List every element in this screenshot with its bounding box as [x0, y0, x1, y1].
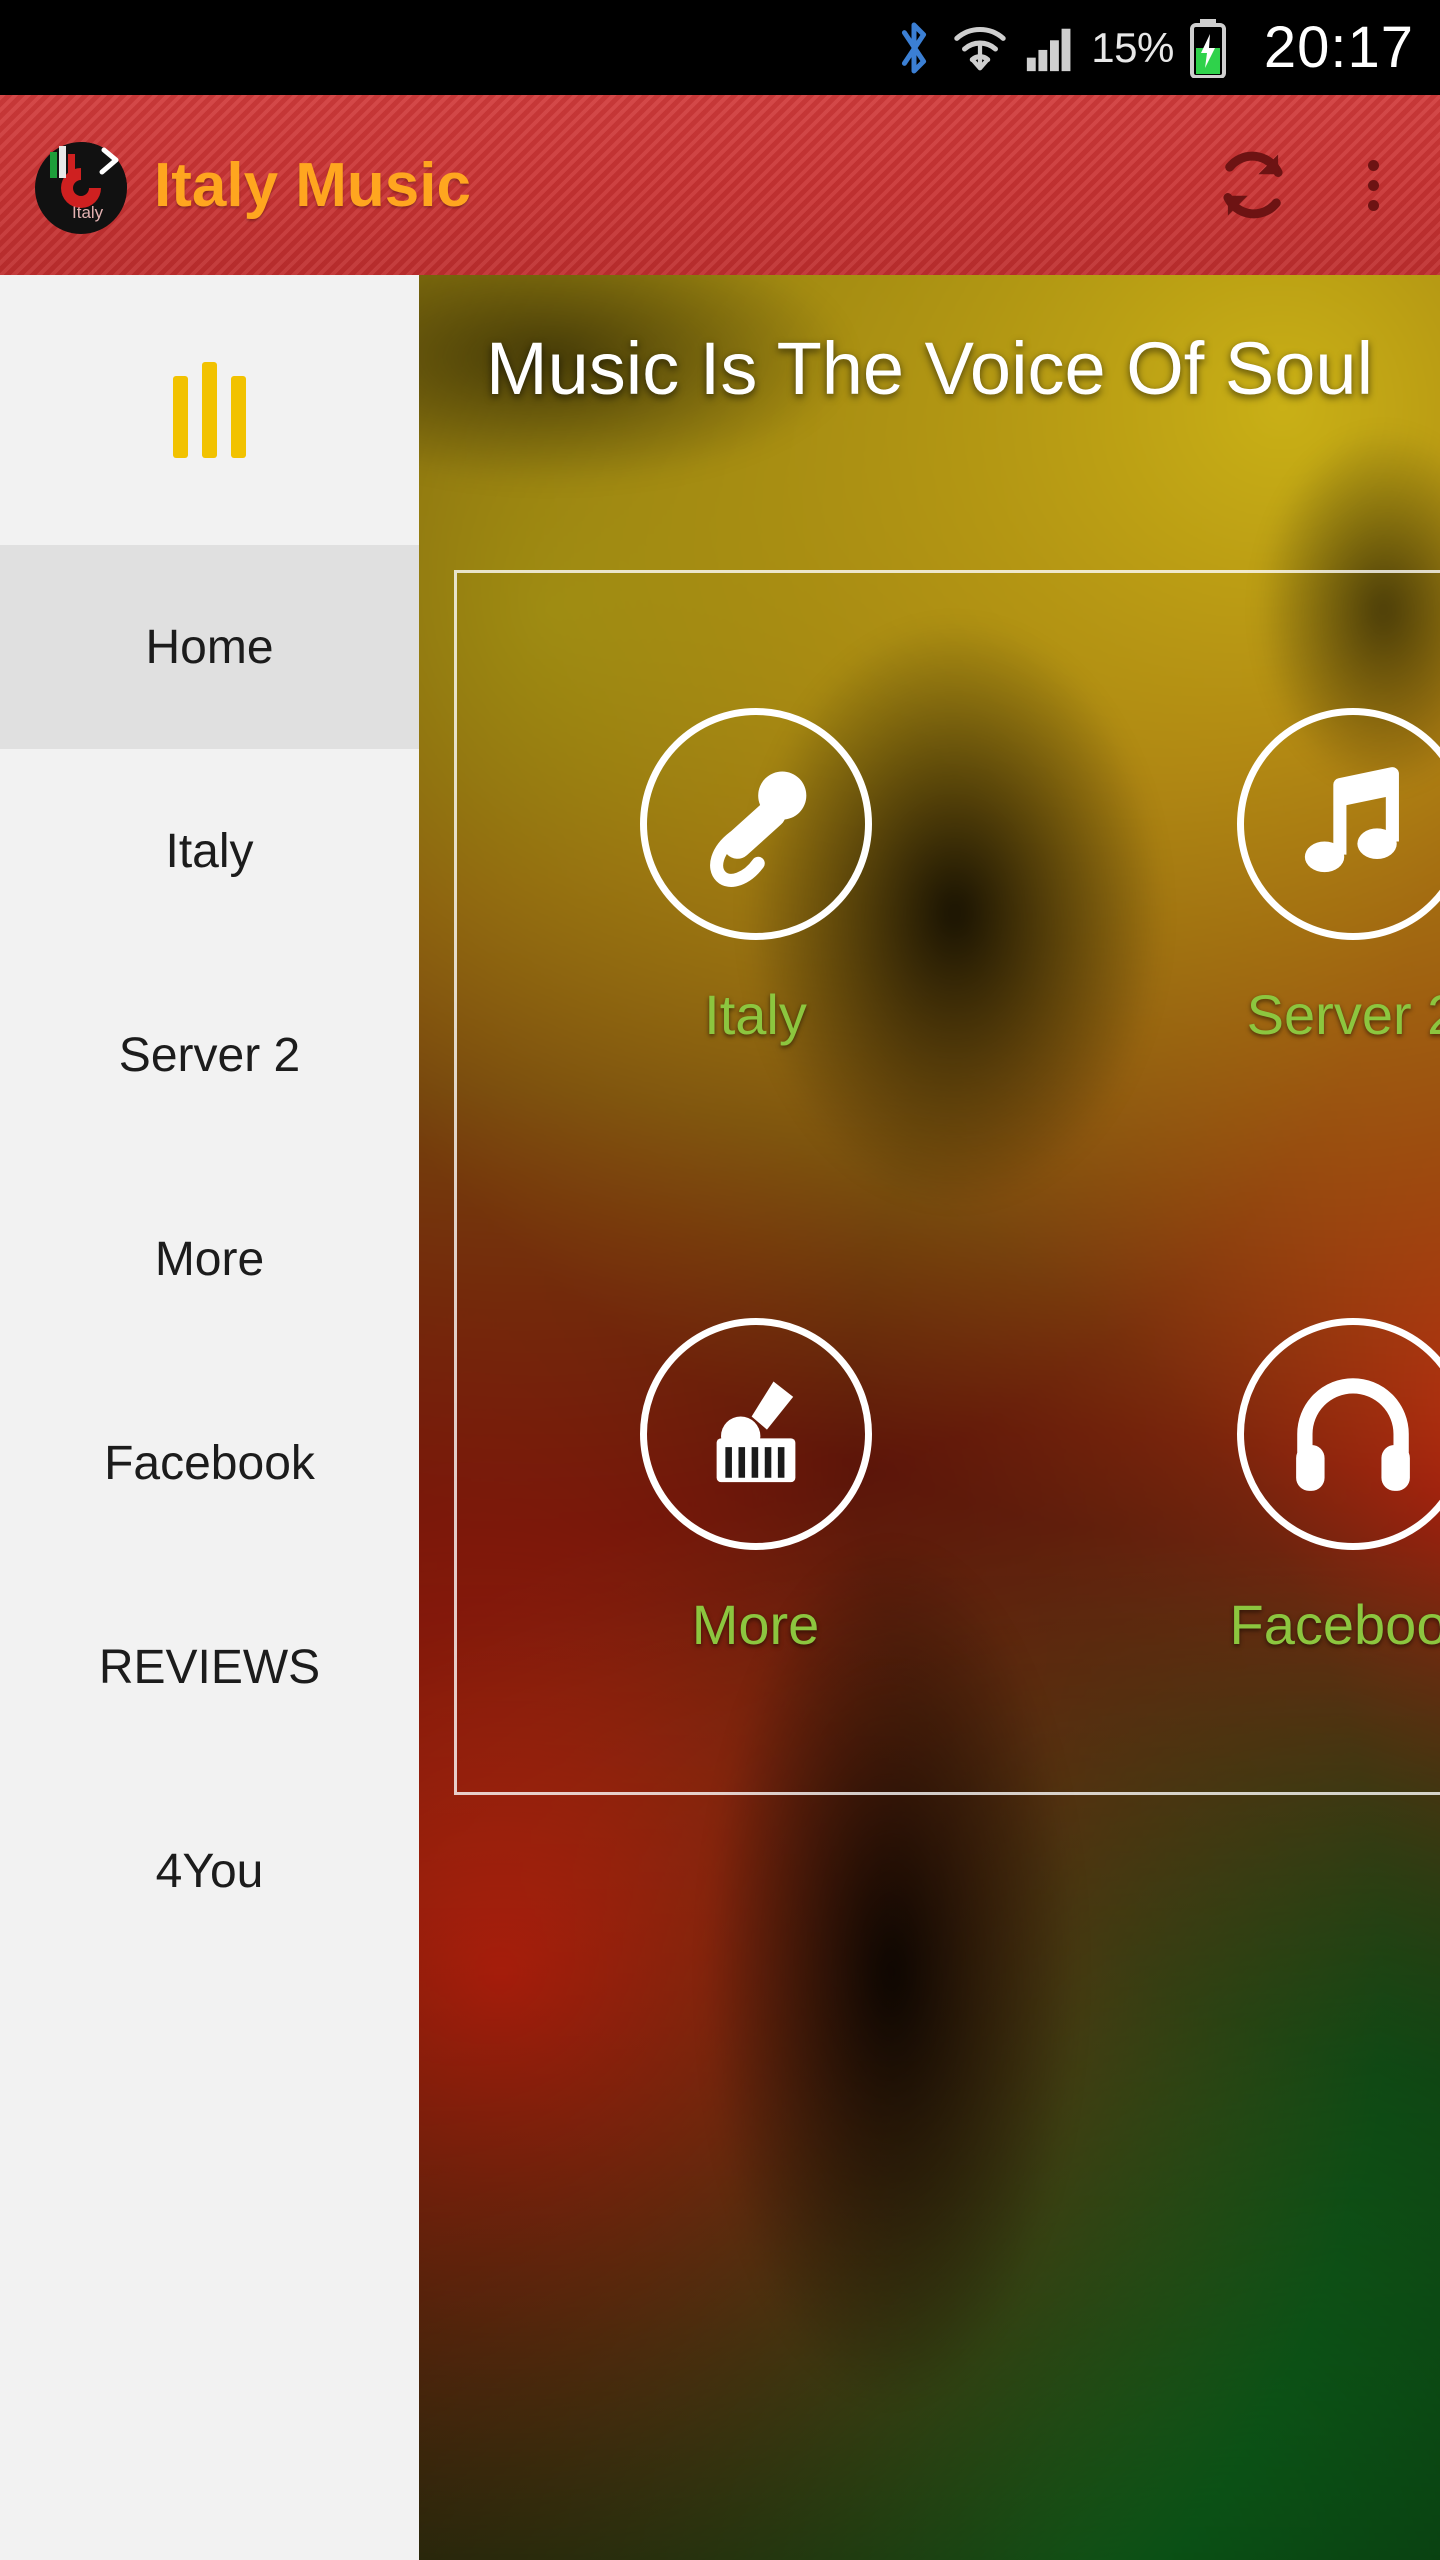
drawer-header — [0, 275, 419, 545]
keyboard-guitar-icon — [639, 1317, 872, 1550]
sidebar-item-label: More — [154, 1232, 265, 1286]
overflow-menu-icon[interactable] — [1318, 115, 1428, 255]
music-note-icon — [1236, 708, 1440, 941]
app-bar: Italy Italy Music — [0, 95, 1440, 275]
grid-item-italy[interactable]: Italy — [457, 573, 1054, 1183]
status-bar-clock: 20:17 — [1263, 15, 1414, 80]
sidebar-item-label: REVIEWS — [98, 1640, 321, 1694]
battery-charging-icon — [1188, 18, 1228, 78]
app-screen: 15% 20:17 Italy Italy Music Music Is The… — [0, 0, 1440, 2560]
refresh-icon[interactable] — [1188, 120, 1318, 250]
hero-title: Music Is The Voice Of Soul — [485, 327, 1374, 410]
app-logo-icon: Italy — [26, 126, 144, 244]
grid-item-label: Facebook — [1229, 1592, 1440, 1656]
sidebar-item-label: 4You — [155, 1844, 264, 1898]
equalizer-bars-icon — [173, 362, 246, 458]
grid-item-label: More — [691, 1592, 820, 1656]
grid-item-facebook[interactable]: Facebook — [1054, 1183, 1440, 1793]
microphone-icon — [639, 708, 872, 941]
grid-item-more[interactable]: More — [457, 1183, 1054, 1793]
sidebar-item-more[interactable]: More — [0, 1157, 419, 1361]
status-bar: 15% 20:17 — [0, 0, 1440, 95]
cellular-signal-icon — [1023, 21, 1077, 75]
sidebar-item-label: Italy — [165, 824, 254, 878]
wifi-icon — [951, 20, 1009, 76]
headphones-icon — [1236, 1317, 1440, 1550]
sidebar-item-4you[interactable]: 4You — [0, 1769, 419, 1973]
battery-percent-label: 15% — [1091, 23, 1174, 71]
grid-item-server-2[interactable]: Server 2 — [1054, 573, 1440, 1183]
navigation-drawer: Home Italy Server 2 More Facebook REVIEW… — [0, 275, 419, 2560]
sidebar-item-italy[interactable]: Italy — [0, 749, 419, 953]
overflow-dot — [1367, 159, 1379, 171]
shortcut-grid: Italy Server 2 More Faceboo — [454, 570, 1440, 1795]
sidebar-item-facebook[interactable]: Facebook — [0, 1361, 419, 1565]
app-title: Italy Music — [154, 150, 471, 220]
sidebar-item-label: Facebook — [104, 1436, 315, 1490]
sidebar-item-label: Home — [145, 620, 274, 674]
bluetooth-icon — [891, 19, 937, 77]
overflow-dot — [1367, 199, 1379, 211]
sidebar-item-server-2[interactable]: Server 2 — [0, 953, 419, 1157]
sidebar-item-reviews[interactable]: REVIEWS — [0, 1565, 419, 1769]
overflow-dot — [1367, 179, 1379, 191]
content-area: Music Is The Voice Of Soul Italy Server … — [0, 275, 1440, 2560]
grid-item-label: Server 2 — [1246, 983, 1440, 1047]
sidebar-item-label: Server 2 — [118, 1028, 301, 1082]
grid-item-label: Italy — [704, 983, 807, 1047]
main-panel: Music Is The Voice Of Soul Italy Server … — [419, 275, 1440, 2560]
sidebar-item-home[interactable]: Home — [0, 545, 419, 749]
svg-text:Italy: Italy — [72, 203, 104, 222]
